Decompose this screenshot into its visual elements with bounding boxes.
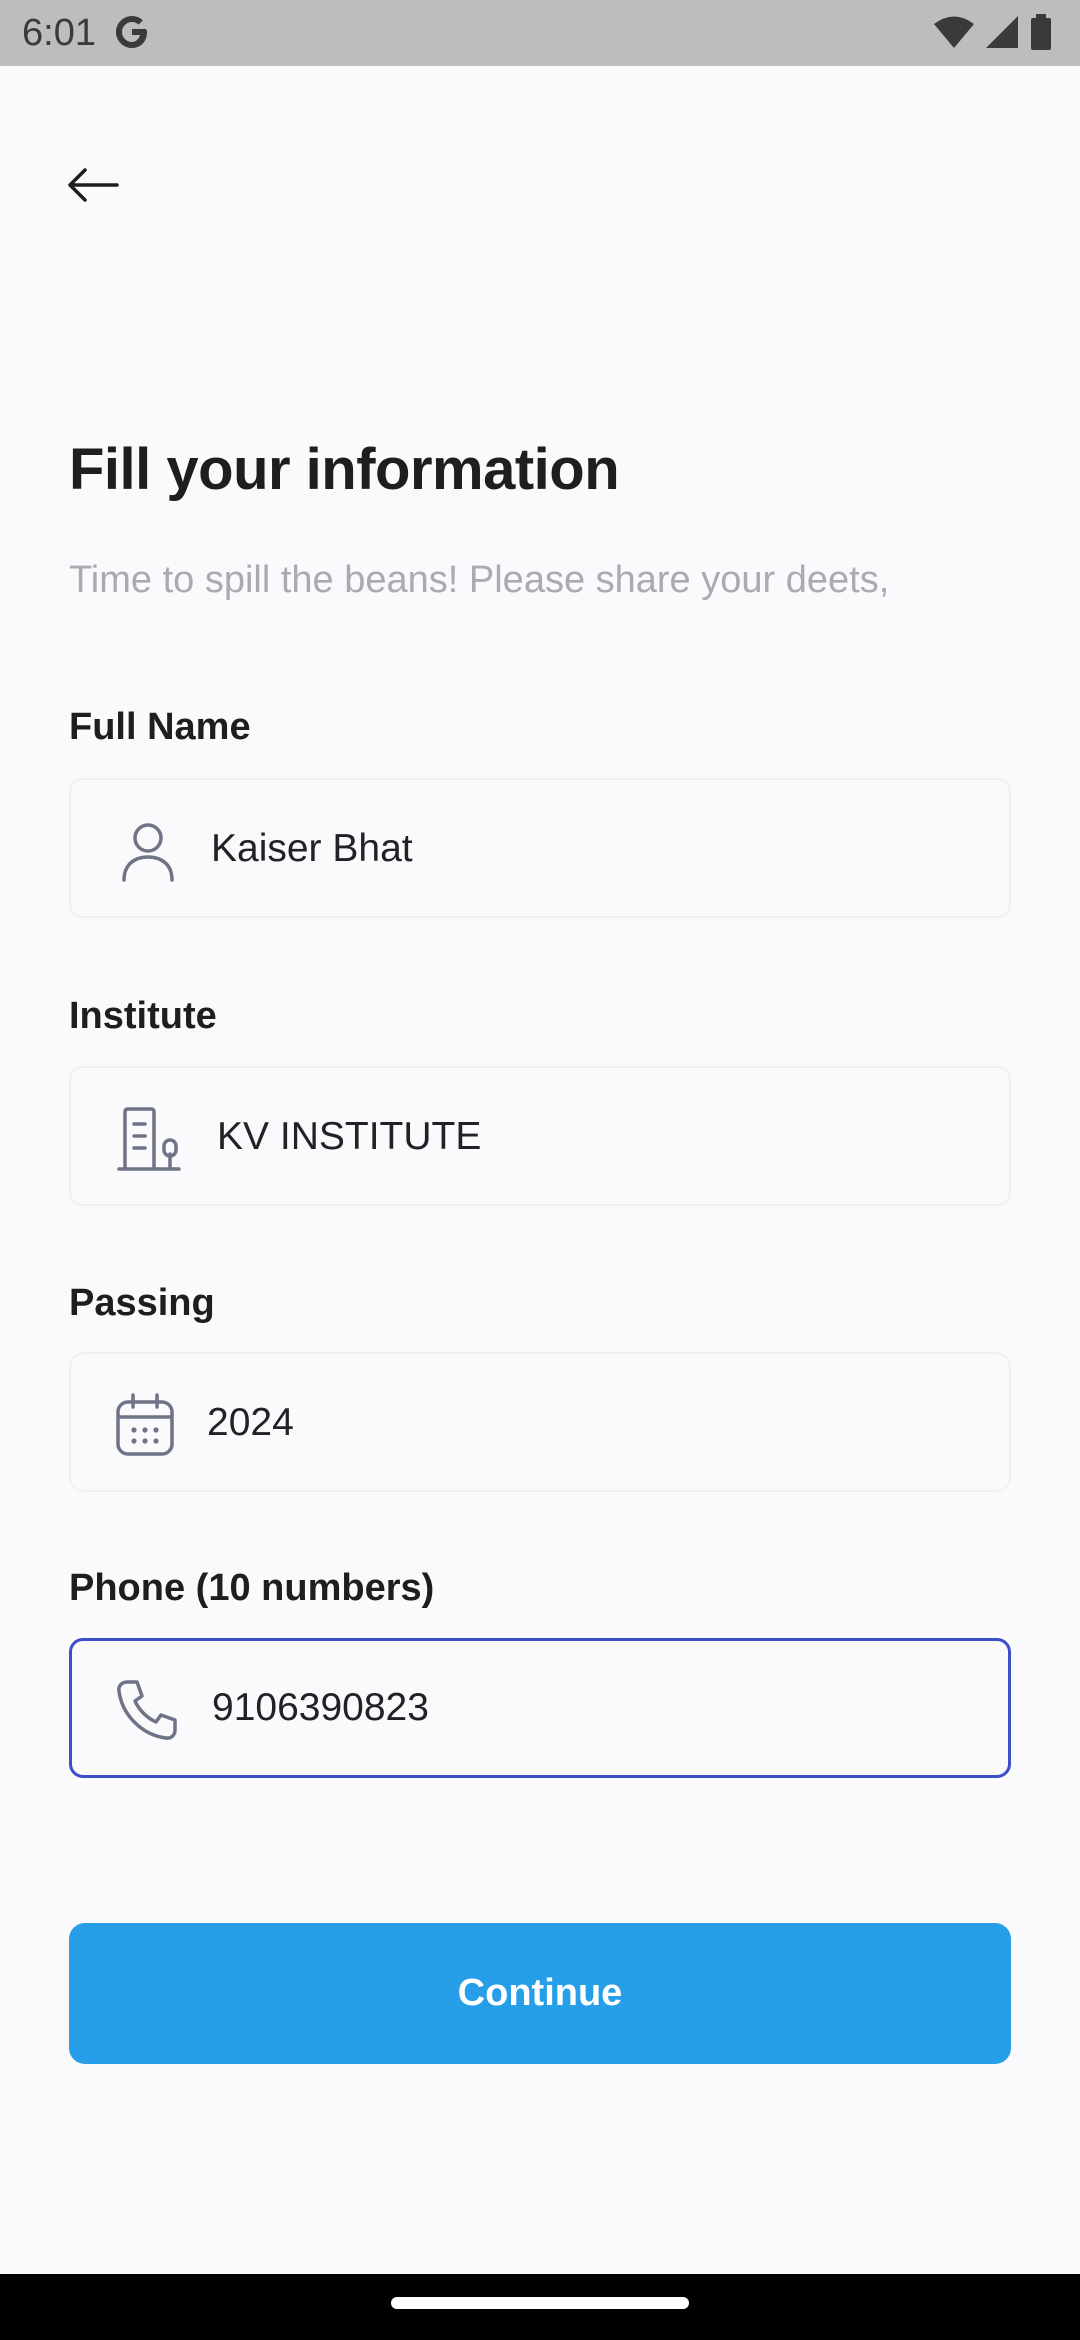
wifi-icon	[934, 16, 974, 48]
phone-icon	[117, 1680, 177, 1740]
user-icon	[122, 823, 174, 882]
full-name-field[interactable]: Kaiser Bhat	[69, 778, 1011, 918]
institute-value: KV INSTITUTE	[217, 1115, 482, 1158]
page-title: Fill your information	[69, 437, 620, 502]
calendar-icon	[116, 1393, 174, 1456]
status-time: 6:01	[22, 12, 96, 54]
passing-field[interactable]: 2024	[69, 1352, 1011, 1492]
page-subtitle: Time to spill the beans! Please share yo…	[69, 559, 890, 601]
battery-icon	[1031, 14, 1051, 50]
full-name-label: Full Name	[69, 706, 251, 748]
signal-icon	[986, 16, 1018, 48]
navigation-bar	[0, 2274, 1080, 2340]
phone-label: Phone (10 numbers)	[69, 1567, 435, 1609]
passing-label: Passing	[69, 1282, 215, 1324]
continue-button-label: Continue	[457, 1972, 623, 2014]
full-name-value: Kaiser Bhat	[211, 827, 413, 870]
continue-button[interactable]: Continue	[69, 1923, 1011, 2064]
arrow-left-icon	[68, 168, 119, 202]
status-bar: 6:01	[0, 0, 1080, 66]
status-icons	[934, 14, 1052, 50]
phone-field[interactable]: 9106390823	[69, 1638, 1011, 1778]
phone-value: 9106390823	[212, 1686, 429, 1729]
passing-value: 2024	[207, 1401, 294, 1444]
back-button[interactable]	[58, 150, 128, 220]
google-icon	[116, 16, 147, 48]
institute-label: Institute	[69, 995, 217, 1037]
institute-field[interactable]: KV INSTITUTE	[69, 1066, 1011, 1206]
building-icon	[117, 1107, 181, 1171]
home-handle[interactable]	[391, 2297, 689, 2309]
